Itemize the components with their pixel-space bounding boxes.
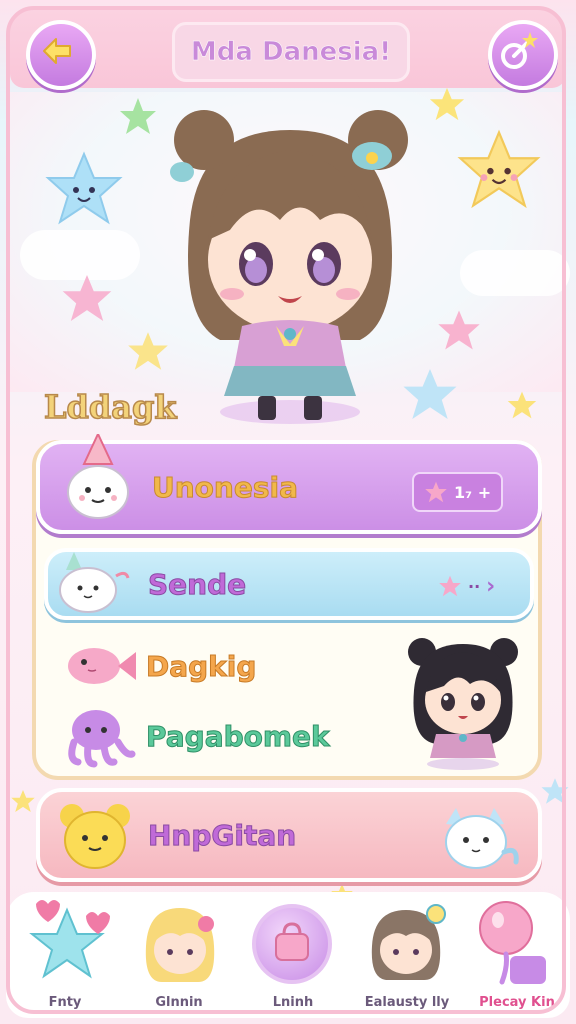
screen-title: Mda Danesia! — [190, 37, 392, 68]
menu-item-unonesia[interactable]: Unonesia 1₇ + — [36, 434, 542, 534]
title-plate: Mda Danesia! — [172, 22, 410, 82]
menu-item-dagkig[interactable]: Dagkig — [44, 634, 384, 698]
pink-star-icon — [62, 275, 112, 321]
nav-item-lninh[interactable]: Lninh — [240, 896, 346, 1018]
pink-star-icon — [425, 481, 447, 503]
pink-star-icon — [439, 575, 461, 597]
party-kitty-icon — [59, 552, 130, 613]
nav-item-ealausty-lly[interactable]: Ealausty lly — [354, 896, 460, 1018]
yellow-star-icon — [429, 87, 465, 121]
nav-label: Ealausty lly — [364, 995, 450, 1010]
nav-label: Glnnin — [155, 995, 203, 1010]
sparkle-wand-icon — [501, 32, 538, 69]
pink-star-icon — [438, 310, 480, 350]
yellow-star-icon — [11, 789, 35, 813]
nav-label: Lninh — [272, 995, 314, 1010]
pink-fish-icon — [68, 648, 136, 684]
brown-hair-boy-icon — [371, 904, 446, 980]
nav-item-fnty[interactable]: Fnty — [12, 896, 118, 1018]
game-screen: Mda Danesia! Lddagk Unonesia 1₇ + Sende … — [0, 0, 576, 1024]
purple-octopus-icon — [68, 710, 136, 768]
back-arrow-icon — [43, 38, 71, 64]
black-hair-girl-avatar — [408, 638, 518, 770]
menu-item-label: Dagkig — [145, 649, 257, 683]
menu-item-hnpgitan[interactable]: HnpGitan — [36, 788, 542, 882]
reward-badge-text: 1₇ + — [454, 482, 492, 502]
reward-badge: 1₇ + — [412, 472, 504, 512]
heart-star-icon — [29, 900, 110, 979]
yellow-bear-icon — [60, 804, 130, 869]
shopping-bag-icon — [275, 922, 309, 961]
row-badge-text: ·· — [468, 576, 481, 596]
star-icon — [120, 98, 156, 134]
menu-item-label: Unonesia — [152, 470, 299, 504]
blonde-girl-icon — [145, 908, 215, 982]
menu-item-pagabomek[interactable]: Pagabomek — [44, 704, 384, 768]
nav-item-glnnin[interactable]: Glnnin — [126, 896, 232, 1018]
menu-item-sende[interactable]: Sende ·· › — [44, 548, 534, 620]
menu-item-label: HnpGitan — [147, 818, 297, 852]
menu-item-label: Sende — [147, 567, 247, 601]
blue-star-icon — [541, 778, 569, 804]
back-button[interactable] — [26, 20, 96, 90]
row-badge: ·· › — [428, 568, 505, 604]
nav-label: Plecay Kin — [479, 995, 555, 1010]
chevron-right-icon: › — [486, 573, 496, 599]
nav-label: Fnty — [48, 995, 82, 1010]
section-heading: Lddagk — [43, 387, 177, 427]
yellow-star-face-icon — [457, 129, 541, 209]
cloud — [460, 250, 570, 296]
pink-balloon-icon — [479, 901, 546, 985]
main-character-avatar — [170, 110, 408, 424]
magic-wand-button[interactable] — [488, 20, 558, 90]
yellow-star-icon — [507, 391, 537, 419]
nav-item-plecay-kin[interactable]: Plecay Kin — [464, 896, 570, 1018]
menu-item-label: Pagabomek — [146, 719, 331, 753]
blue-star-face-icon — [45, 151, 123, 225]
shop-button-circle — [252, 904, 332, 984]
blue-kitty-icon — [445, 808, 519, 869]
party-bunny-icon — [67, 434, 129, 519]
